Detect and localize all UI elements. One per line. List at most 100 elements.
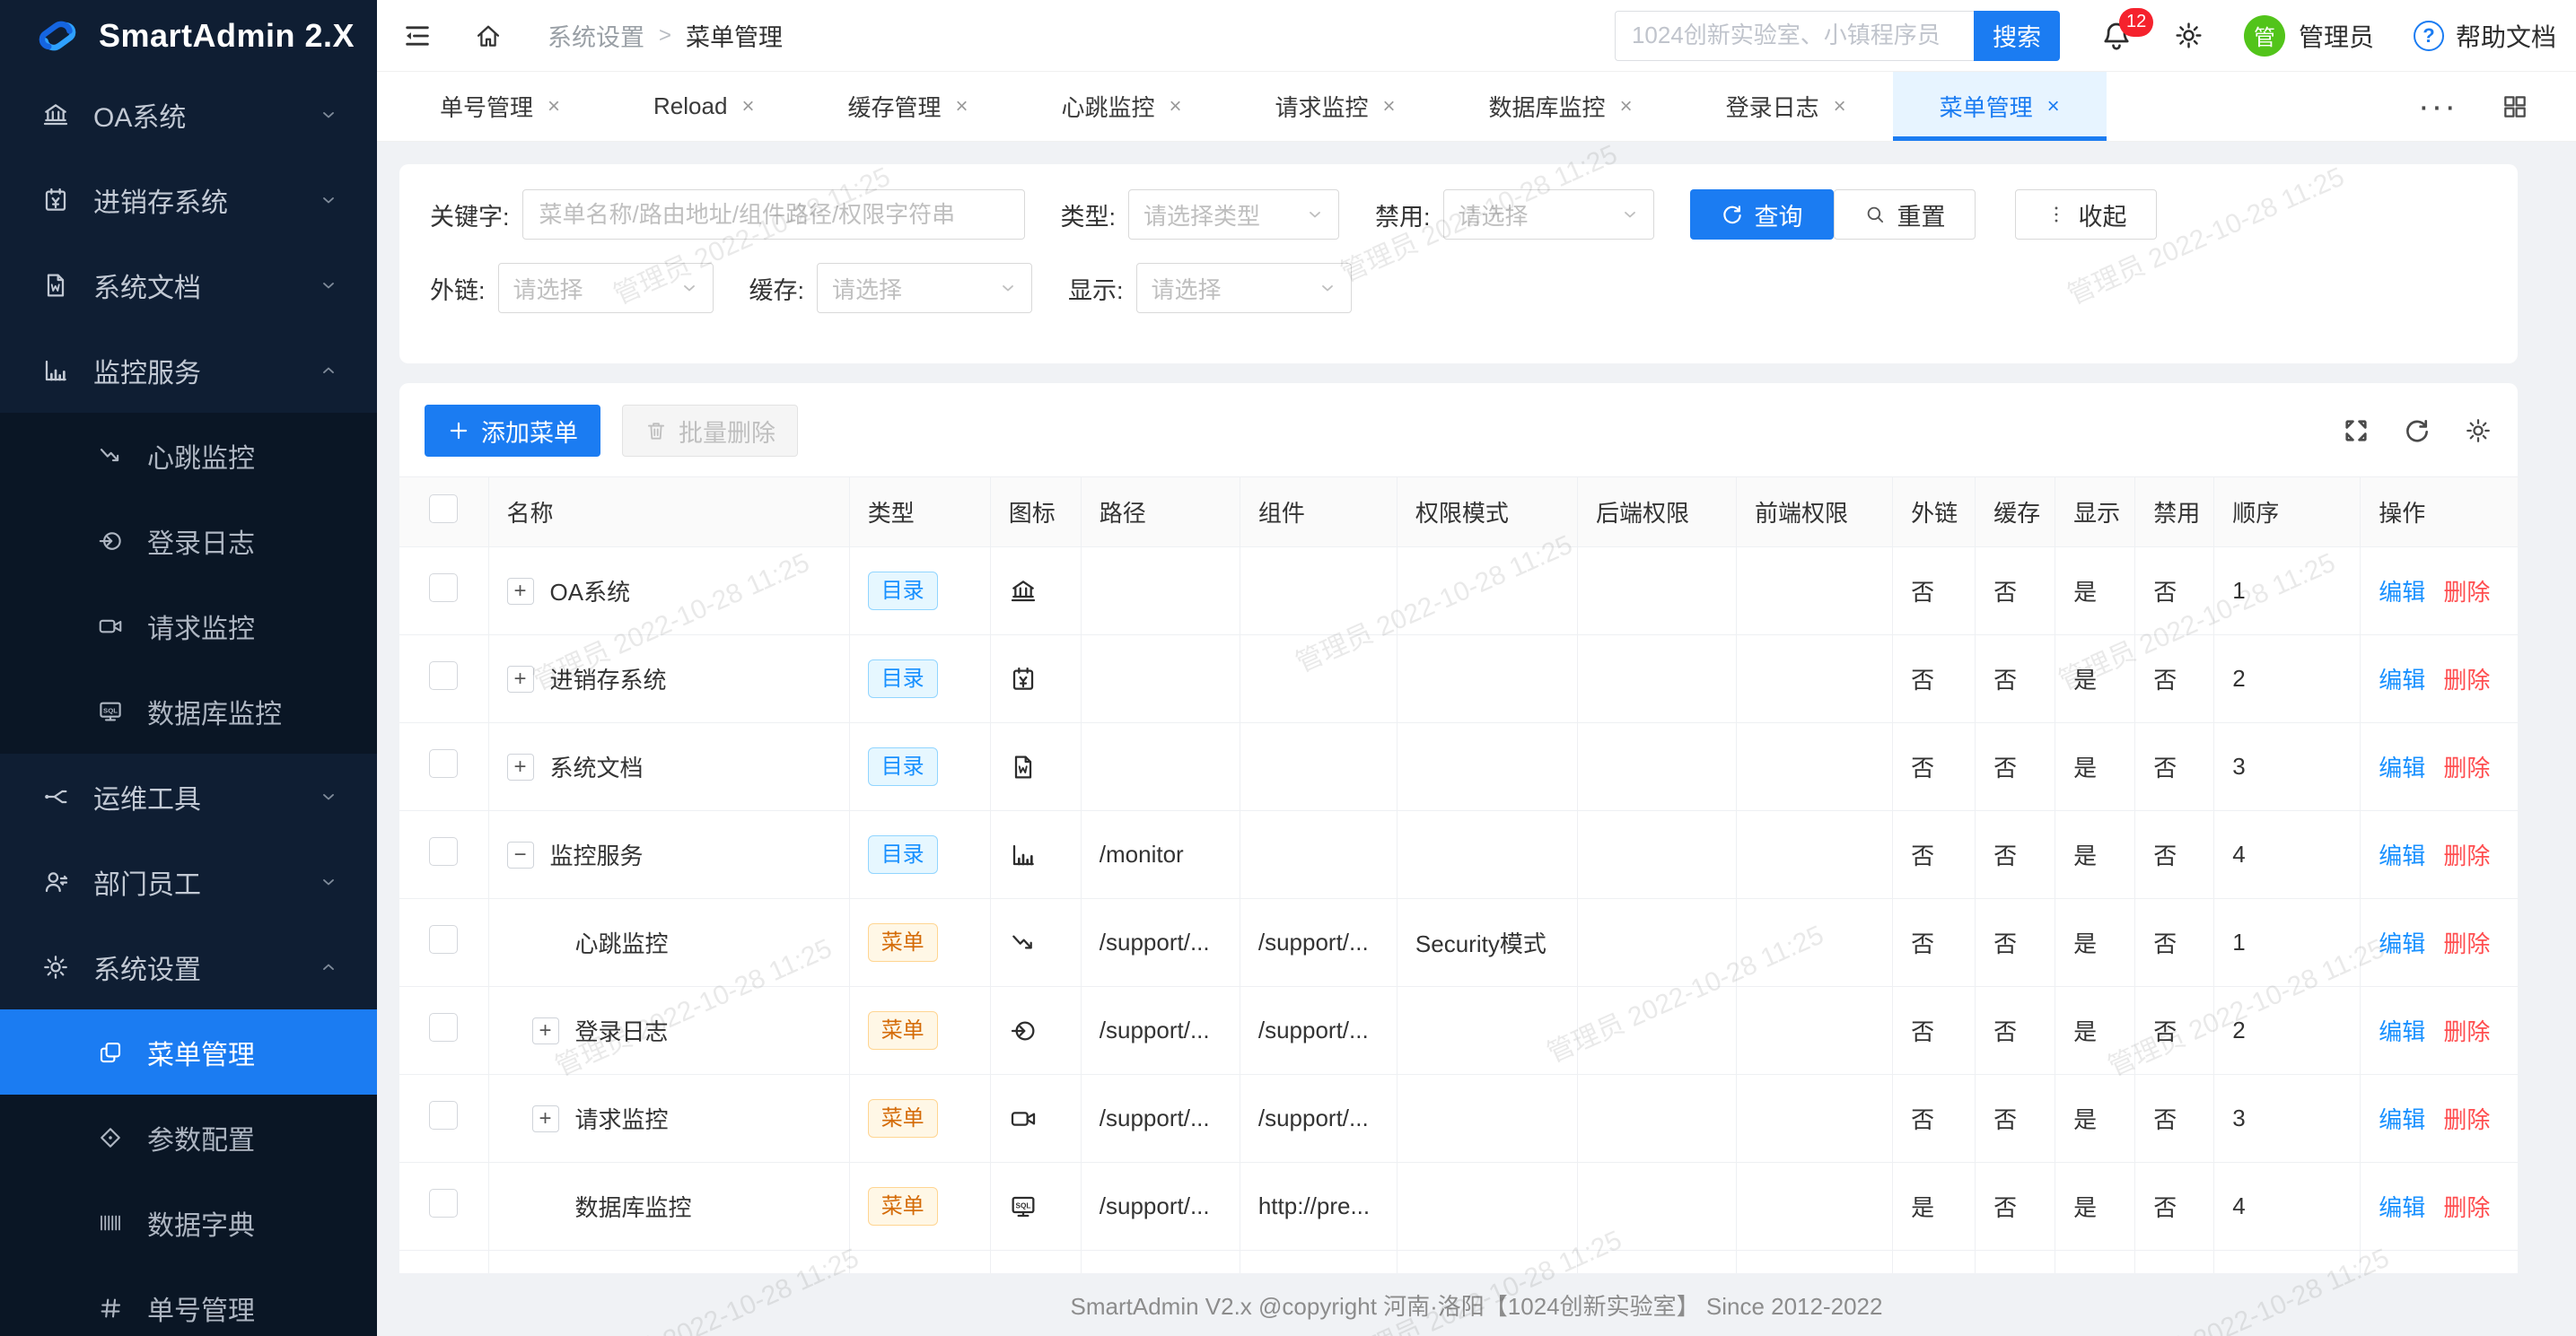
edit-link[interactable]: 编辑 (2379, 1018, 2425, 1045)
delete-link[interactable]: 删除 (2443, 843, 2490, 869)
more-tabs-icon[interactable]: ··· (2418, 90, 2458, 124)
help-link[interactable]: ? 帮助文档 (2414, 18, 2556, 54)
expand-toggle[interactable]: + (507, 578, 534, 605)
close-icon[interactable]: × (1383, 94, 1396, 119)
tab-request-monitor[interactable]: 请求监控 × (1229, 72, 1442, 141)
expand-toggle[interactable]: + (532, 1105, 559, 1132)
delete-link[interactable]: 删除 (2443, 667, 2490, 694)
close-icon[interactable]: × (1620, 94, 1633, 119)
sidebar-item-serial-number[interactable]: 单号管理 (0, 1265, 377, 1336)
tab-login-log[interactable]: 登录日志 × (1679, 72, 1893, 141)
tab-serial-manage[interactable]: 单号管理 × (393, 72, 607, 141)
col-actions: 操作 (2361, 477, 2518, 547)
select-all-checkbox[interactable] (429, 494, 458, 523)
row-checkbox[interactable] (429, 1013, 458, 1042)
sidebar-item-ops-tools[interactable]: 运维工具 (0, 754, 377, 839)
tab-cache-manage[interactable]: 缓存管理 × (801, 72, 1014, 141)
collapse-button[interactable]: 收起 (2015, 189, 2157, 240)
edit-link[interactable]: 编辑 (2379, 930, 2425, 957)
type-badge: 菜单 (868, 1011, 938, 1050)
row-checkbox[interactable] (429, 925, 458, 954)
grid-layout-icon[interactable] (2501, 92, 2529, 121)
close-icon[interactable]: × (1170, 94, 1182, 119)
close-icon[interactable]: × (2047, 94, 2060, 119)
close-icon[interactable]: × (1834, 94, 1846, 119)
edit-link[interactable]: 编辑 (2379, 667, 2425, 694)
sidebar-item-menu-manage[interactable]: 菜单管理 (0, 1009, 377, 1095)
tab-menu-manage[interactable]: 菜单管理 × (1893, 72, 2107, 141)
row-component (1240, 811, 1397, 899)
row-checkbox[interactable] (429, 1101, 458, 1130)
expand-toggle[interactable]: + (532, 1017, 559, 1044)
logo[interactable]: SmartAdmin 2.X (0, 0, 377, 72)
delete-link[interactable]: 删除 (2443, 1018, 2490, 1045)
delete-link[interactable]: 删除 (2443, 1106, 2490, 1133)
type-select[interactable]: 请选择类型 (1128, 189, 1339, 240)
row-path (1081, 635, 1240, 723)
expand-toggle[interactable]: + (507, 754, 534, 781)
col-external: 外链 (1893, 477, 1976, 547)
sidebar-item-docs[interactable]: 系统文档 (0, 242, 377, 327)
sidebar-item-database-monitor[interactable]: 数据库监控 (0, 668, 377, 754)
row-checkbox[interactable] (429, 573, 458, 602)
user-menu[interactable]: 管 管理员 (2244, 15, 2374, 57)
delete-link[interactable]: 删除 (2443, 579, 2490, 606)
edit-link[interactable]: 编辑 (2379, 579, 2425, 606)
refresh-icon[interactable] (2403, 416, 2431, 445)
sidebar-item-config[interactable]: 参数配置 (0, 1095, 377, 1180)
edit-link[interactable]: 编辑 (2379, 843, 2425, 869)
reset-button[interactable]: 重置 (1834, 189, 1976, 240)
row-checkbox[interactable] (429, 837, 458, 866)
breadcrumb-parent[interactable]: 系统设置 (548, 18, 644, 53)
tab-reload[interactable]: Reload × (607, 72, 801, 141)
collapse-toggle[interactable]: − (507, 842, 534, 869)
edit-link[interactable]: 编辑 (2379, 1106, 2425, 1133)
expand-toggle[interactable]: + (507, 666, 534, 693)
keyword-input[interactable] (522, 189, 1025, 240)
sidebar-item-label: 数据字典 (147, 1203, 255, 1243)
close-icon[interactable]: × (955, 94, 968, 119)
sidebar-item-dictionary[interactable]: 数据字典 (0, 1180, 377, 1265)
column-settings-icon[interactable] (2464, 416, 2493, 445)
sidebar-item-invoicing[interactable]: 进销存系统 (0, 157, 377, 242)
edit-link[interactable]: 编辑 (2379, 1194, 2425, 1221)
query-button[interactable]: 查询 (1690, 189, 1834, 240)
cache-select[interactable]: 请选择 (817, 263, 1032, 313)
sidebar-menu: OA系统 进销存系统 系统文档 监控服务 心跳监控 (0, 72, 377, 1336)
disabled-select[interactable]: 请选择 (1443, 189, 1654, 240)
delete-link[interactable]: 删除 (2443, 755, 2490, 782)
fullscreen-icon[interactable] (2342, 416, 2370, 445)
close-icon[interactable]: × (548, 94, 560, 119)
row-checkbox[interactable] (429, 749, 458, 778)
menu-fold-icon[interactable] (402, 21, 433, 51)
tab-database-monitor[interactable]: 数据库监控 × (1442, 72, 1679, 141)
home-icon[interactable] (474, 22, 503, 50)
search-button[interactable]: 搜索 (1974, 11, 2060, 61)
sidebar-item-request-monitor[interactable]: 请求监控 (0, 583, 377, 668)
delete-link[interactable]: 删除 (2443, 930, 2490, 957)
header-right: 搜索 12 管 管理员 ? 帮助文档 (1615, 11, 2556, 61)
row-checkbox[interactable] (429, 1189, 458, 1218)
sidebar-item-login-log[interactable]: 登录日志 (0, 498, 377, 583)
show-select[interactable]: 请选择 (1136, 263, 1352, 313)
sidebar-item-monitor[interactable]: 监控服务 (0, 327, 377, 413)
search-input[interactable] (1615, 11, 1974, 61)
batch-delete-button[interactable]: 批量删除 (622, 405, 798, 457)
config-icon (97, 1124, 124, 1151)
filter-row-2: 外链: 请选择 缓存: 请选择 显示: 请选择 (430, 263, 2487, 313)
add-menu-button[interactable]: 添加菜单 (425, 405, 600, 457)
tab-heartbeat[interactable]: 心跳监控 × (1014, 72, 1228, 141)
close-icon[interactable]: × (741, 94, 754, 119)
notification-bell[interactable]: 12 (2099, 19, 2134, 53)
sidebar-item-oa[interactable]: OA系统 (0, 72, 377, 157)
row-checkbox[interactable] (429, 661, 458, 690)
external-select[interactable]: 请选择 (498, 263, 714, 313)
document-icon (1009, 753, 1038, 782)
sidebar-item-employees[interactable]: 部门员工 (0, 839, 377, 924)
edit-link[interactable]: 编辑 (2379, 755, 2425, 782)
sidebar-item-heartbeat[interactable]: 心跳监控 (0, 413, 377, 498)
sidebar-item-settings[interactable]: 系统设置 (0, 924, 377, 1009)
row-order: 4 (2214, 811, 2361, 899)
gear-icon[interactable] (2173, 20, 2204, 51)
delete-link[interactable]: 删除 (2443, 1194, 2490, 1221)
